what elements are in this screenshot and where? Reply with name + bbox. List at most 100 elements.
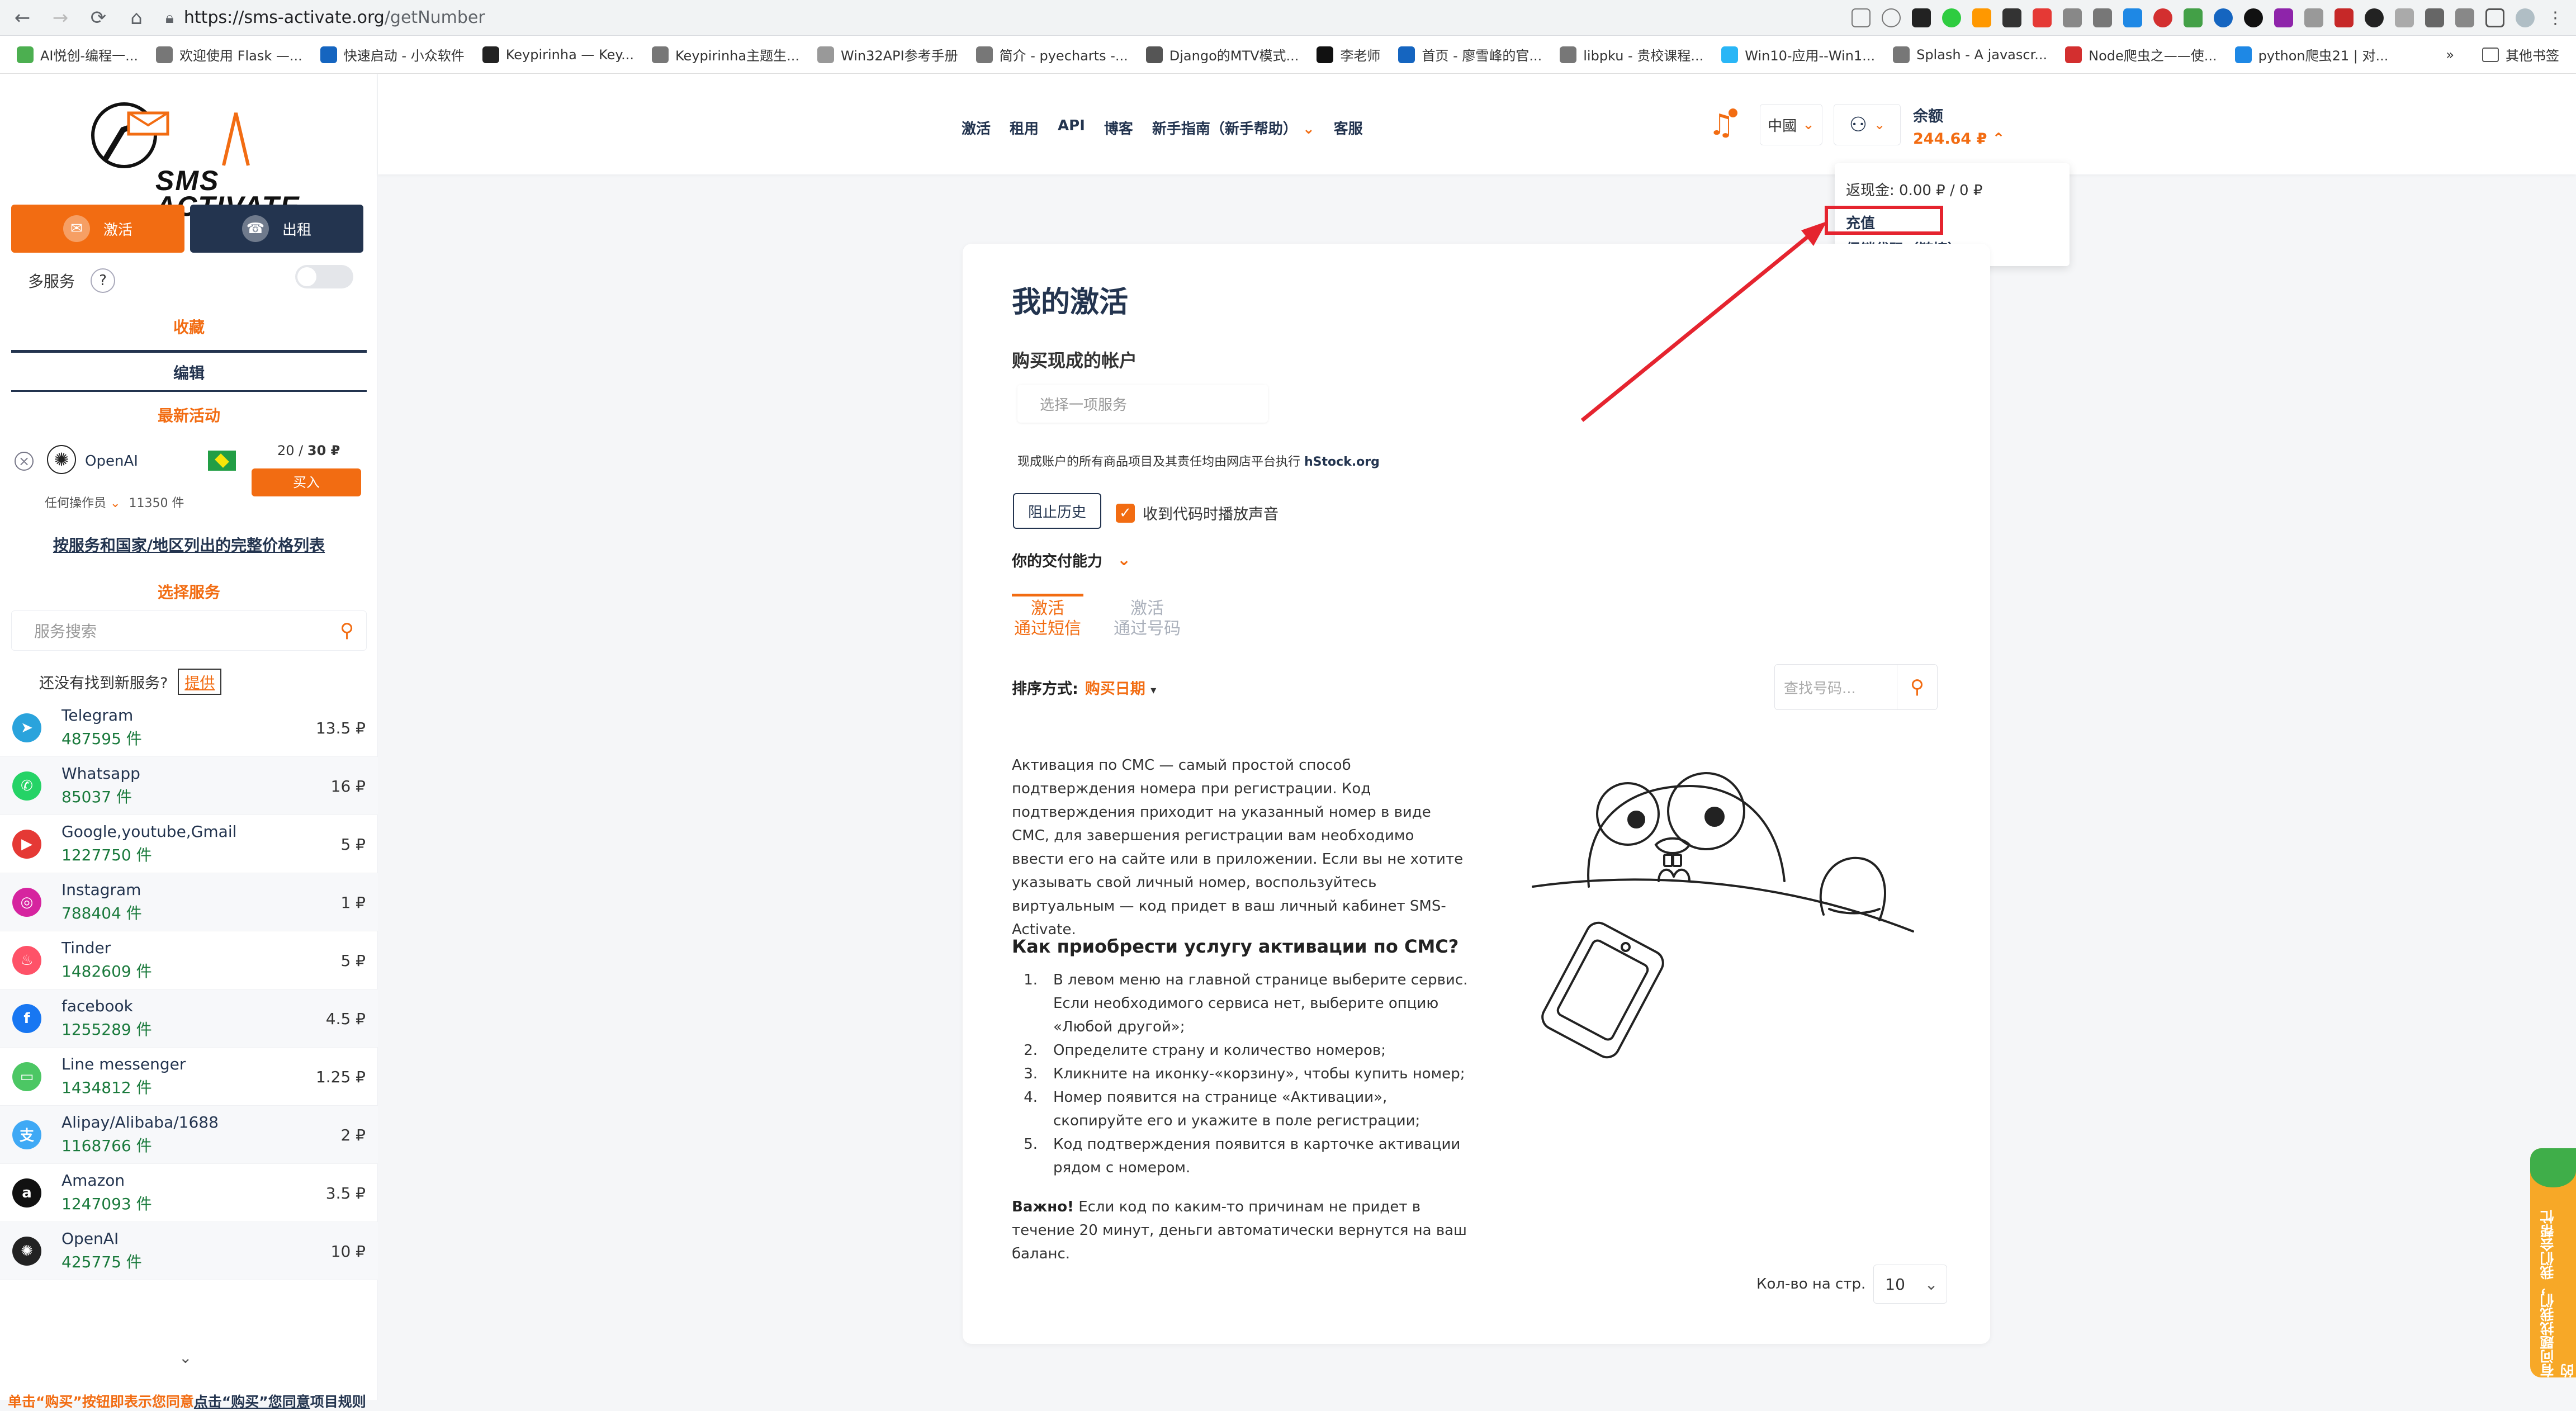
service-search-input[interactable]: 服务搜索 ⚲ — [11, 610, 367, 651]
bookmark-label: 首页 - 廖雪峰的官... — [1422, 48, 1542, 64]
rent-mode-button[interactable]: ☎ 出租 — [190, 205, 363, 253]
puzzle-icon[interactable] — [2425, 8, 2444, 27]
service-row-openai[interactable]: ✺ OpenAI 425775 件 10 ₽ — [0, 1222, 378, 1280]
reload-icon[interactable]: ⟳ — [83, 2, 114, 34]
bookmark-item[interactable]: Win32API参考手册 — [817, 45, 958, 64]
address-bar[interactable]: 🔒︎ https://sms-activate.org/getNumber — [165, 4, 1742, 32]
extension-icon[interactable] — [2304, 8, 2323, 27]
bookmark-item[interactable]: Keypirinha主题生... — [652, 45, 799, 64]
sort-select[interactable]: 购买日期 ▾ — [1085, 680, 1156, 698]
extension-icon[interactable] — [1972, 8, 1991, 27]
step-number: 2. — [1024, 1042, 1038, 1059]
tab-activation-number[interactable]: 激活 通过号码 — [1111, 594, 1183, 639]
favorites-heading[interactable]: 收藏 — [11, 315, 367, 338]
bookmark-item[interactable]: 快速启动 - 小众软件 — [320, 45, 465, 64]
bookmark-item[interactable]: 首页 - 廖雪峰的官... — [1398, 45, 1542, 64]
extension-icon[interactable] — [2002, 8, 2021, 27]
block-history-button[interactable]: 阻止历史 — [1013, 493, 1101, 529]
checkbox-checked-icon[interactable]: ✓ — [1116, 503, 1135, 523]
terms-suffix: 项目规则 — [310, 1394, 366, 1410]
extension-icon[interactable] — [1912, 8, 1931, 27]
service-row-instagram[interactable]: ◎ Instagram 788404 件 1 ₽ — [0, 873, 378, 931]
balance-widget[interactable]: 余额 244.64 ₽ ⌃ — [1913, 104, 2005, 148]
back-icon[interactable]: ← — [7, 2, 38, 34]
nav-link[interactable]: 博客 — [1104, 117, 1133, 138]
extension-icon[interactable] — [2214, 8, 2233, 27]
hstock-link[interactable]: hStock.org — [1304, 455, 1380, 469]
extension-icon[interactable] — [1942, 8, 1961, 27]
user-menu-button[interactable]: ⚇ ⌄ — [1834, 104, 1901, 145]
remove-icon[interactable]: × — [15, 452, 34, 471]
nav-link-label: API — [1058, 117, 1085, 134]
extension-icon[interactable] — [2063, 8, 2082, 27]
service-row-amazon[interactable]: a Amazon 1247093 件 3.5 ₽ — [0, 1164, 378, 1222]
reading-list-icon[interactable] — [2455, 8, 2474, 27]
search-icon[interactable]: ⚲ — [1897, 665, 1937, 709]
extension-icon[interactable] — [2184, 8, 2203, 27]
service-row-facebook[interactable]: f facebook 1255289 件 4.5 ₽ — [0, 989, 378, 1048]
github-icon[interactable] — [2244, 8, 2263, 27]
edit-button[interactable]: 编辑 — [11, 361, 367, 383]
sound-checkbox-row[interactable]: ✓ 收到代码时播放声音 — [1116, 502, 1278, 524]
extension-icon[interactable] — [2365, 8, 2384, 27]
bookmark-item[interactable]: Django的MTV模式... — [1145, 45, 1299, 64]
full-price-list-link[interactable]: 按服务和国家/地区列出的完整价格列表 — [11, 533, 367, 556]
extension-icon[interactable] — [2123, 8, 2142, 27]
service-row-tinder[interactable]: ♨ Tinder 1482609 件 5 ₽ — [0, 931, 378, 989]
nav-link[interactable]: 客服 — [1334, 117, 1363, 138]
share-icon[interactable] — [1852, 8, 1871, 27]
service-select-placeholder: 选择一项服务 — [1040, 396, 1128, 414]
bookmark-item[interactable]: Keypirinha — Key... — [482, 46, 634, 63]
search-icon[interactable]: ⚲ — [340, 619, 354, 642]
bookmark-item[interactable]: 欢迎使用 Flask —... — [156, 45, 302, 64]
bookmark-item[interactable]: 简介 - pyecharts -... — [976, 45, 1128, 64]
extension-icon[interactable] — [2395, 8, 2414, 27]
brazil-flag-icon — [208, 451, 236, 471]
service-row-alipay-alibaba-1688[interactable]: 支 Alipay/Alibaba/1688 1168766 件 2 ₽ — [0, 1106, 378, 1164]
camera-icon[interactable] — [2093, 8, 2112, 27]
forward-icon[interactable]: → — [45, 2, 76, 34]
per-page-select[interactable]: 10 ⌄ — [1873, 1265, 1948, 1304]
service-row-line-messenger[interactable]: ▭ Line messenger 1434812 件 1.25 ₽ — [0, 1048, 378, 1106]
bookmark-item[interactable]: Splash - A javascr... — [1893, 46, 2047, 63]
bookmark-item[interactable]: libpku - 贵校课程... — [1560, 45, 1703, 64]
home-icon[interactable]: ⌂ — [121, 2, 152, 34]
extension-icon[interactable] — [2033, 8, 2052, 27]
service-row-whatsapp[interactable]: ✆ Whatsapp 85037 件 16 ₽ — [0, 757, 378, 815]
support-widget[interactable]: 有问题找我们，我们会帮忙的 — [2530, 1148, 2576, 1377]
activate-mode-button[interactable]: ✉ 激活 — [11, 205, 184, 253]
chevron-down-icon[interactable]: ⌄ — [179, 1348, 192, 1367]
provide-link[interactable]: 提供 — [178, 669, 222, 695]
help-icon[interactable]: ? — [91, 268, 116, 293]
bookmark-item[interactable]: Node爬虫之——使... — [2065, 45, 2217, 64]
extension-icon[interactable] — [2153, 8, 2172, 27]
nav-link[interactable]: 租用 — [1010, 117, 1039, 138]
multi-service-toggle[interactable] — [295, 265, 353, 288]
bookmark-favicon-icon — [2234, 46, 2252, 63]
bookmark-item[interactable]: 李老师 — [1317, 45, 1380, 64]
tab-activation-sms[interactable]: 激活 通过短信 — [1012, 594, 1083, 639]
extension-icon[interactable] — [2334, 8, 2354, 27]
extension-icon[interactable] — [2274, 8, 2293, 27]
profile-avatar[interactable] — [2516, 8, 2535, 27]
bookmark-item[interactable]: AI悦创-编程一... — [17, 45, 138, 64]
payment-ability-toggle[interactable]: 你的交付能力 ⌄ — [1012, 549, 1131, 571]
bookmarks-more[interactable]: » 其他书签 — [2446, 45, 2559, 64]
sidebar-icon[interactable] — [2485, 8, 2504, 27]
bookmark-item[interactable]: python爬虫21 | 对... — [2234, 45, 2388, 64]
nav-link[interactable]: 激活 — [962, 117, 991, 138]
service-row-telegram[interactable]: ➤ Telegram 487595 件 13.5 ₽ — [0, 699, 378, 757]
activity-operator-select[interactable]: 任何操作员 ⌄ 11350 件 — [45, 493, 184, 511]
nav-link[interactable]: API — [1058, 117, 1085, 138]
star-icon[interactable] — [1882, 8, 1901, 27]
language-select[interactable]: 中國 ⌄ — [1760, 104, 1822, 145]
menu-icon[interactable]: ⋮ — [2546, 8, 2565, 28]
activity-buy-button[interactable]: 买入 — [252, 468, 361, 496]
service-select[interactable]: 选择一项服务 — [1017, 385, 1268, 423]
terms-link[interactable]: 点击“购买”您同意 — [194, 1394, 310, 1410]
phone-search-input[interactable]: 查找号码... ⚲ — [1774, 664, 1938, 710]
bookmark-item[interactable]: Win10-应用--Win1... — [1721, 45, 1875, 64]
service-row-google-youtube-gmail[interactable]: ▶ Google,youtube,Gmail 1227750 件 5 ₽ — [0, 815, 378, 873]
nav-link[interactable]: 新手指南（新手帮助） ⌄ — [1152, 117, 1315, 138]
bookmark-label: Win10-应用--Win1... — [1745, 48, 1876, 64]
